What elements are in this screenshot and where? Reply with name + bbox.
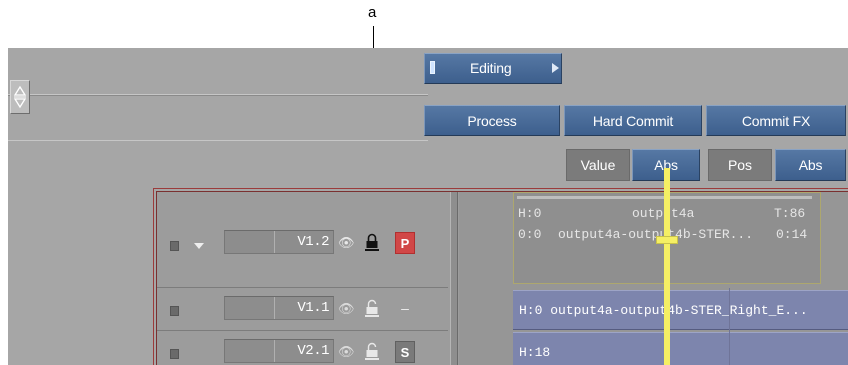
editor-panel: Editing Process Hard Commit Commit FX Va…	[8, 48, 848, 365]
timeline-inner: V1.2 👁 P V1.1 👁 – V2.1 👁 S H:0 T:86 0:0 …	[156, 191, 848, 365]
solo-badge[interactable]: S	[395, 341, 415, 363]
process-label: Process	[467, 112, 517, 129]
track-scrollbar[interactable]	[450, 192, 458, 365]
pos-label: Pos	[708, 149, 772, 181]
track-header-v2-1: V2.1 👁 S	[157, 331, 448, 365]
track-select-toggle[interactable]	[170, 241, 179, 251]
eye-icon[interactable]: 👁	[338, 302, 355, 315]
clip-head: H:0	[518, 206, 542, 221]
up-down-arrows-icon[interactable]	[10, 80, 30, 114]
track-badge[interactable]: –	[395, 297, 415, 319]
callout-label: a	[368, 4, 377, 21]
name-divider	[274, 340, 275, 362]
active-indicator	[430, 61, 435, 74]
editing-menu-button[interactable]: Editing	[424, 53, 562, 84]
playhead[interactable]	[664, 168, 670, 365]
clip-duration: 0:14	[776, 227, 808, 242]
clip-v1-1[interactable]: H:0 output4a-output4b-STER_Right_E...	[513, 290, 848, 330]
clip-area: H:0 output4a T:86 0:0 output4a-output4b-…	[459, 192, 848, 365]
clip-tail: T:86	[774, 206, 806, 221]
eye-icon[interactable]: 👁	[338, 345, 355, 358]
lock-icon[interactable]	[365, 299, 379, 322]
editing-label: Editing	[470, 60, 512, 76]
pos-mode-button[interactable]: Abs	[775, 149, 846, 181]
divider	[8, 95, 428, 96]
track-name: V2.1	[297, 343, 329, 359]
lock-icon[interactable]	[365, 342, 379, 365]
clip-divider	[729, 288, 730, 365]
name-divider	[274, 231, 275, 253]
pos-mode-label: Abs	[798, 157, 823, 173]
playhead-handle[interactable]	[656, 236, 678, 244]
track-header-v1-1: V1.1 👁 –	[157, 288, 448, 330]
timeline: V1.2 👁 P V1.1 👁 – V2.1 👁 S H:0 T:86 0:0 …	[153, 188, 848, 365]
track-name-field[interactable]: V1.2	[224, 230, 334, 254]
disclosure-triangle-icon[interactable]	[194, 243, 204, 249]
hard-commit-button[interactable]: Hard Commit	[564, 105, 702, 136]
track-header-v1-2: V1.2 👁 P	[157, 192, 448, 287]
clip-offset: 0:0	[518, 227, 542, 242]
hard-commit-label: Hard Commit	[592, 112, 674, 129]
clip-v2-1[interactable]: H:18	[513, 332, 848, 365]
lock-icon[interactable]	[365, 233, 379, 256]
track-name: V1.2	[297, 234, 329, 250]
process-button[interactable]: Process	[424, 105, 560, 136]
track-name-field[interactable]: V2.1	[224, 339, 334, 363]
value-label: Value	[566, 149, 630, 181]
name-divider	[274, 297, 275, 319]
track-name-field[interactable]: V1.1	[224, 296, 334, 320]
track-select-toggle[interactable]	[170, 349, 179, 359]
track-select-toggle[interactable]	[170, 306, 179, 316]
eye-icon[interactable]: 👁	[338, 236, 355, 249]
arrow-right-icon	[552, 63, 559, 73]
track-name: V1.1	[297, 300, 329, 316]
divider	[8, 140, 428, 141]
commit-fx-button[interactable]: Commit FX	[706, 105, 846, 136]
primary-badge[interactable]: P	[395, 232, 415, 254]
clip-label: H:18	[519, 345, 551, 360]
commit-fx-label: Commit FX	[741, 112, 811, 129]
